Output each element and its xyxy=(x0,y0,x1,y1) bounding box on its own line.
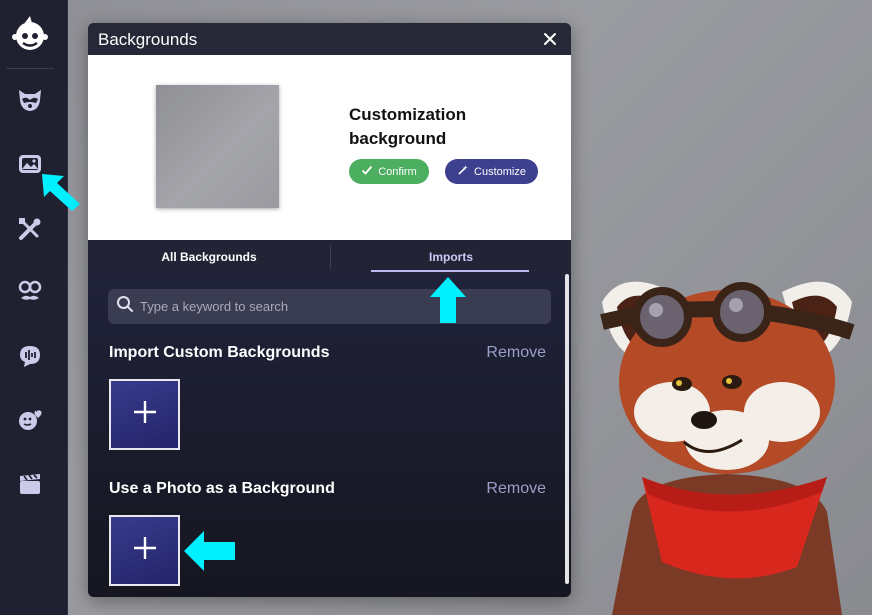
add-photo-background-button[interactable] xyxy=(109,515,180,586)
backgrounds-panel: Backgrounds Customization background Con… xyxy=(88,23,571,597)
tab-bar: All Backgrounds Imports xyxy=(88,240,571,274)
red-panda-avatar xyxy=(582,262,872,615)
sidebar-divider xyxy=(6,68,54,69)
search-bar[interactable] xyxy=(108,289,551,324)
sidebar-item-emotes[interactable] xyxy=(14,406,46,438)
active-tab-indicator xyxy=(371,270,529,272)
voice-chat-icon xyxy=(16,342,44,375)
customize-label: Customize xyxy=(474,165,526,178)
imports-content: Import Custom Backgrounds Remove Use a P… xyxy=(88,274,571,597)
confirm-label: Confirm xyxy=(378,165,417,178)
background-preview-thumbnail xyxy=(156,85,279,208)
panel-scrollbar[interactable] xyxy=(565,274,569,584)
panel-header: Backgrounds xyxy=(88,23,571,55)
close-icon[interactable] xyxy=(541,30,559,48)
raccoon-face-icon xyxy=(16,86,44,119)
magic-wand-icon xyxy=(457,164,469,179)
tab-all-backgrounds[interactable]: All Backgrounds xyxy=(88,240,330,274)
search-input[interactable] xyxy=(140,299,540,314)
preview-title: Customization background xyxy=(349,105,467,148)
preview-area: Customization background Confirm Customi… xyxy=(88,55,571,263)
sidebar-item-props[interactable] xyxy=(14,277,46,309)
checkmark-icon xyxy=(361,164,373,179)
remove-custom-backgrounds-link[interactable]: Remove xyxy=(486,344,546,362)
pointer-arrow-icon xyxy=(430,277,466,328)
sidebar-item-scenes[interactable] xyxy=(14,470,46,502)
emoji-heart-icon xyxy=(16,406,44,439)
tools-icon xyxy=(16,215,44,248)
tab-imports[interactable]: Imports xyxy=(331,240,571,274)
plus-icon xyxy=(132,535,158,566)
sidebar-item-tools[interactable] xyxy=(14,215,46,247)
section-title-import-custom: Import Custom Backgrounds xyxy=(109,344,330,361)
sidebar-item-avatar[interactable] xyxy=(14,86,46,118)
search-icon xyxy=(116,295,134,318)
section-title-use-photo: Use a Photo as a Background xyxy=(109,480,335,497)
customize-button[interactable]: Customize xyxy=(445,159,538,184)
add-custom-background-button[interactable] xyxy=(109,379,180,450)
face-props-icon xyxy=(16,277,44,310)
clapperboard-icon xyxy=(16,470,44,503)
sidebar xyxy=(0,0,68,615)
confirm-button[interactable]: Confirm xyxy=(349,159,429,184)
remove-photo-background-link[interactable]: Remove xyxy=(486,480,546,498)
plus-icon xyxy=(132,399,158,430)
pointer-arrow-icon xyxy=(40,170,84,219)
app-logo-icon[interactable] xyxy=(10,14,50,54)
sidebar-item-voice[interactable] xyxy=(14,342,46,374)
pointer-arrow-icon xyxy=(184,531,236,576)
panel-title: Backgrounds xyxy=(98,30,198,49)
